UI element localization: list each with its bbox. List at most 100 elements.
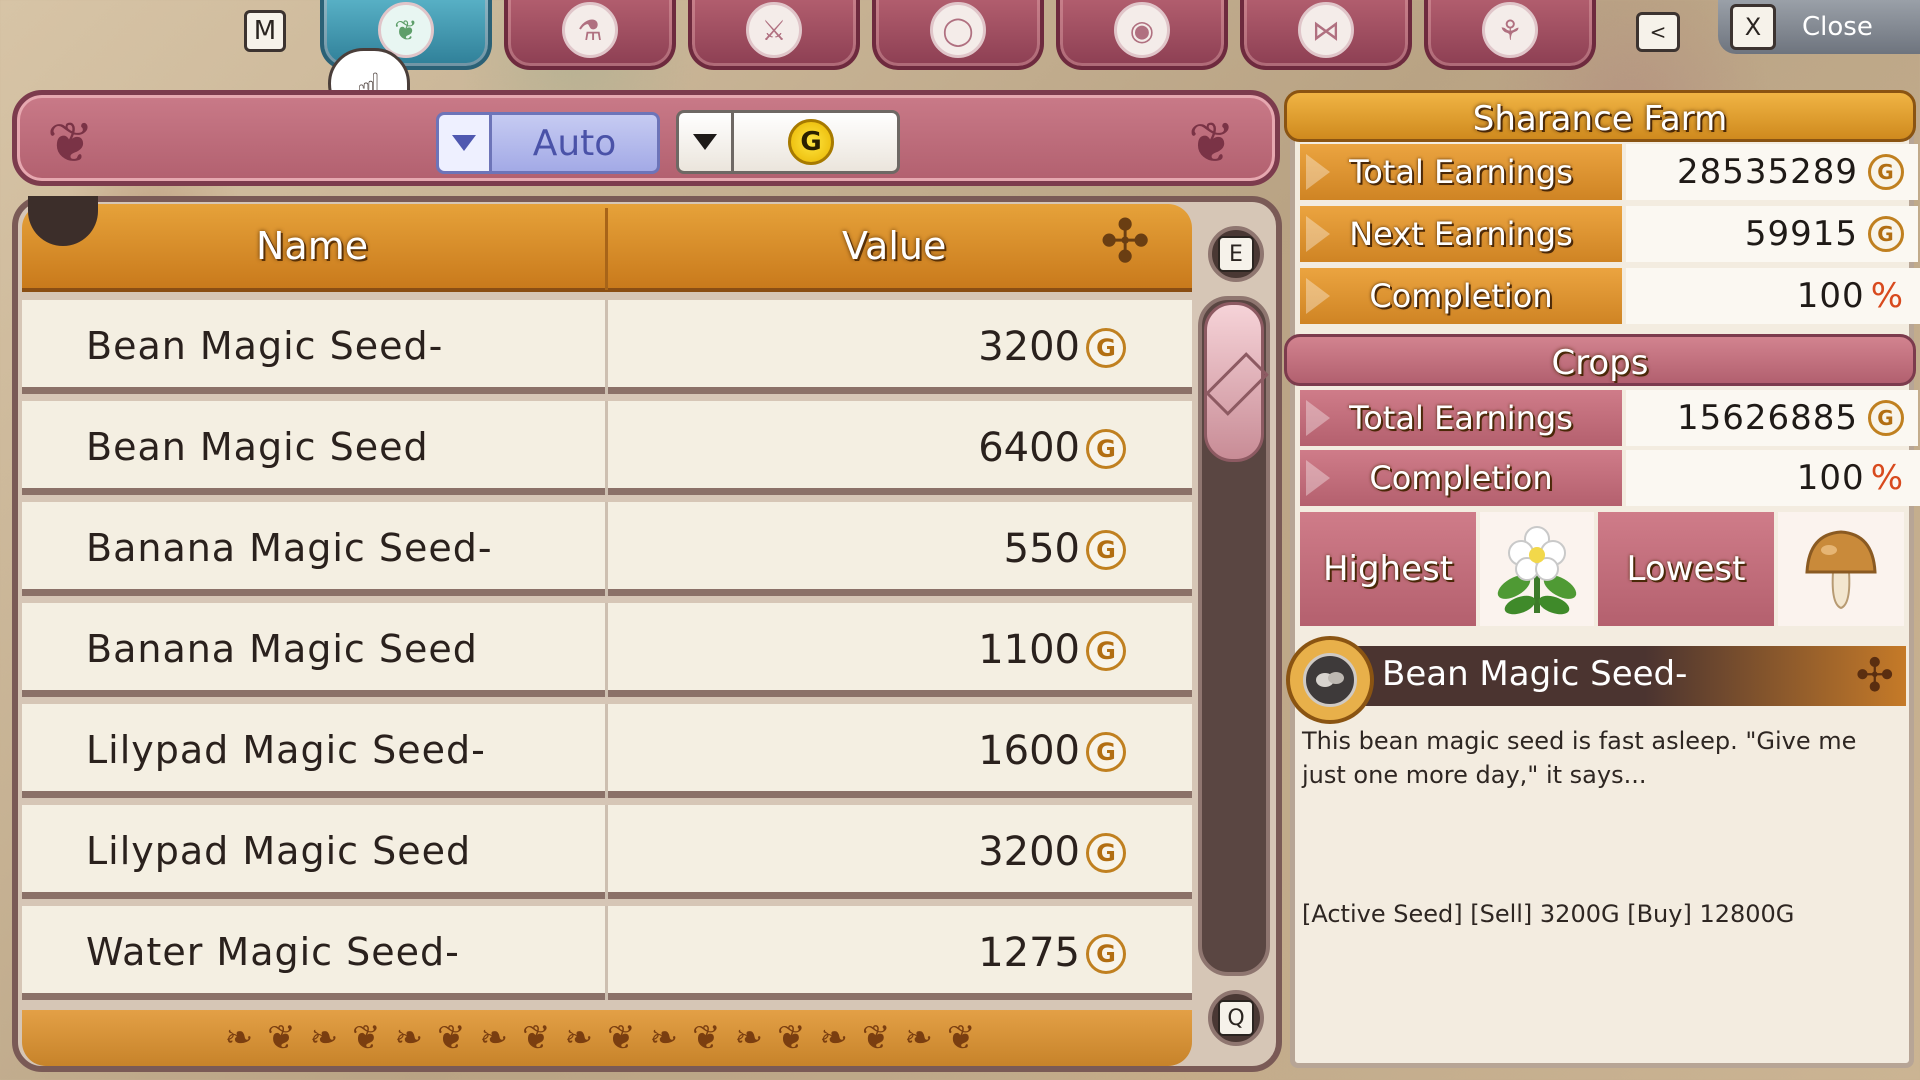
farm-title: Sharance Farm bbox=[1284, 90, 1916, 142]
sort-mode-dropdown[interactable]: Auto bbox=[436, 112, 660, 174]
gold-coin-icon: G bbox=[1086, 429, 1126, 469]
materials-tab[interactable]: ⚘ bbox=[1424, 0, 1596, 70]
row-item-name: Lilypad Magic Seed- bbox=[86, 728, 486, 772]
sort-mode-arrow-icon bbox=[439, 115, 492, 171]
fish-icon: ⋈ bbox=[1298, 2, 1354, 58]
farm-next-earnings-label: Next Earnings bbox=[1300, 206, 1622, 262]
table-row[interactable]: Water Magic Seed- 1275 G bbox=[22, 906, 1192, 1000]
highest-lowest-row: Highest Lowest bbox=[1300, 512, 1904, 626]
row-divider bbox=[605, 805, 608, 899]
accessory-tab[interactable]: ◯ bbox=[872, 0, 1044, 70]
ring-icon: ◯ bbox=[930, 2, 986, 58]
gold-coin-icon: G bbox=[1086, 631, 1126, 671]
item-detail-flourish-icon: ✣ bbox=[1855, 648, 1894, 702]
row-divider bbox=[605, 603, 608, 697]
row-item-name: Banana Magic Seed- bbox=[86, 526, 493, 570]
item-description: This bean magic seed is fast asleep. "Gi… bbox=[1302, 727, 1857, 789]
farm-next-earnings-value: 59915 G bbox=[1626, 206, 1918, 262]
crops-total-earnings-value: 15626885 G bbox=[1626, 390, 1918, 446]
prev-key-button[interactable]: < bbox=[1636, 12, 1680, 52]
percent-sign: % bbox=[1870, 458, 1904, 498]
fish-tab[interactable]: ⋈ bbox=[1240, 0, 1412, 70]
farm-next-earnings-row: Next Earnings 59915 G bbox=[1300, 206, 1918, 262]
crops-completion-label: Completion bbox=[1300, 450, 1622, 506]
row-divider bbox=[605, 906, 608, 1000]
egg-icon: ◉ bbox=[1114, 2, 1170, 58]
percent-sign: % bbox=[1870, 276, 1904, 316]
list-footer-ornament: ❧❦❧❦❧❦❧❦❧❦❧❦❧❦❧❦❧❦ bbox=[22, 1010, 1192, 1066]
gold-coin-icon: G bbox=[1086, 833, 1126, 873]
sword-shield-icon: ⚔ bbox=[746, 2, 802, 58]
row-item-value: 3200 bbox=[978, 829, 1080, 875]
farm-total-earnings-label: Total Earnings bbox=[1300, 144, 1622, 200]
potions-tab[interactable]: ⚗ bbox=[504, 0, 676, 70]
seed-icon bbox=[1286, 636, 1374, 724]
crops-total-earnings-number: 15626885 bbox=[1676, 398, 1858, 438]
farm-completion-row: Completion 100 % bbox=[1300, 268, 1920, 324]
scroll-down-key-q[interactable]: Q bbox=[1208, 990, 1264, 1046]
gold-coin-icon: G bbox=[1868, 400, 1904, 436]
row-item-value: 1275 bbox=[978, 930, 1080, 976]
table-row[interactable]: Lilypad Magic Seed 3200 G bbox=[22, 805, 1192, 899]
column-header-value[interactable]: Value bbox=[842, 224, 946, 268]
mushroom-icon bbox=[1778, 512, 1904, 626]
gold-coin-icon: G bbox=[1086, 732, 1126, 772]
farm-total-earnings-row: Total Earnings 28535289 G bbox=[1300, 144, 1918, 200]
header-divider bbox=[605, 208, 608, 290]
crops-completion-value: 100 % bbox=[1626, 450, 1920, 506]
row-item-name: Banana Magic Seed bbox=[86, 627, 478, 671]
item-prices: [Active Seed] [Sell] 3200G [Buy] 12800G bbox=[1302, 900, 1795, 928]
table-row[interactable]: Banana Magic Seed 1100 G bbox=[22, 603, 1192, 697]
table-row[interactable]: Bean Magic Seed 6400 G bbox=[22, 401, 1192, 495]
gold-coin-icon: G bbox=[1868, 154, 1904, 190]
key-q-label: Q bbox=[1218, 1000, 1254, 1036]
item-detail-title: Bean Magic Seed- bbox=[1382, 654, 1688, 694]
column-header-name[interactable]: Name bbox=[256, 224, 368, 268]
row-item-name: Bean Magic Seed bbox=[86, 425, 429, 469]
row-item-name: Lilypad Magic Seed bbox=[86, 829, 472, 873]
farm-completion-value: 100 % bbox=[1626, 268, 1920, 324]
crops-total-earnings-row: Total Earnings 15626885 G bbox=[1300, 390, 1918, 446]
highest-label: Highest bbox=[1300, 512, 1476, 626]
row-divider bbox=[605, 502, 608, 596]
row-item-value: 1600 bbox=[978, 728, 1080, 774]
table-row[interactable]: Bean Magic Seed- 3200 G bbox=[22, 300, 1192, 394]
scroll-up-key-e[interactable]: E bbox=[1208, 226, 1264, 282]
item-detail-header: Bean Magic Seed- ✣ bbox=[1286, 636, 1906, 724]
gold-coin-icon: G bbox=[1086, 934, 1126, 974]
crops-completion-number: 100 bbox=[1796, 458, 1865, 498]
farm-next-earnings-number: 59915 bbox=[1744, 214, 1858, 254]
farm-completion-number: 100 bbox=[1796, 276, 1865, 316]
row-divider bbox=[605, 300, 608, 394]
bean-seed-icon bbox=[1303, 653, 1357, 707]
gold-coin-icon: G bbox=[788, 119, 834, 165]
white-flower-icon bbox=[1480, 512, 1594, 626]
flourish-left-icon: ❦ bbox=[47, 111, 94, 176]
gold-coin-icon: G bbox=[1086, 328, 1126, 368]
gold-coin-icon: G bbox=[1086, 530, 1126, 570]
farm-total-earnings-number: 28535289 bbox=[1676, 152, 1858, 192]
gold-coin-icon: G bbox=[1868, 216, 1904, 252]
crops-title: Crops bbox=[1284, 334, 1916, 386]
menu-key-m[interactable]: M bbox=[244, 10, 286, 52]
scrollbar-thumb[interactable] bbox=[1204, 302, 1264, 462]
row-item-value: 3200 bbox=[978, 324, 1080, 370]
crops-completion-row: Completion 100 % bbox=[1300, 450, 1920, 506]
sort-currency-dropdown[interactable]: G bbox=[676, 110, 900, 174]
branch-icon: ⚘ bbox=[1482, 2, 1538, 58]
sort-currency-arrow-icon bbox=[679, 113, 734, 171]
header-flourish-icon: ✣ bbox=[1100, 207, 1151, 277]
close-button[interactable]: X Close bbox=[1718, 0, 1920, 54]
equipment-tab[interactable]: ⚔ bbox=[688, 0, 860, 70]
row-item-name: Water Magic Seed- bbox=[86, 930, 460, 974]
row-item-name: Bean Magic Seed- bbox=[86, 324, 444, 368]
table-row[interactable]: Banana Magic Seed- 550 G bbox=[22, 502, 1192, 596]
flask-icon: ⚗ bbox=[562, 2, 618, 58]
flourish-right-icon: ❦ bbox=[1188, 111, 1235, 176]
row-item-value: 6400 bbox=[978, 425, 1080, 471]
close-key-x: X bbox=[1730, 4, 1776, 50]
table-row[interactable]: Lilypad Magic Seed- 1600 G bbox=[22, 704, 1192, 798]
row-divider bbox=[605, 401, 608, 495]
food-tab[interactable]: ◉ bbox=[1056, 0, 1228, 70]
farm-completion-label: Completion bbox=[1300, 268, 1622, 324]
